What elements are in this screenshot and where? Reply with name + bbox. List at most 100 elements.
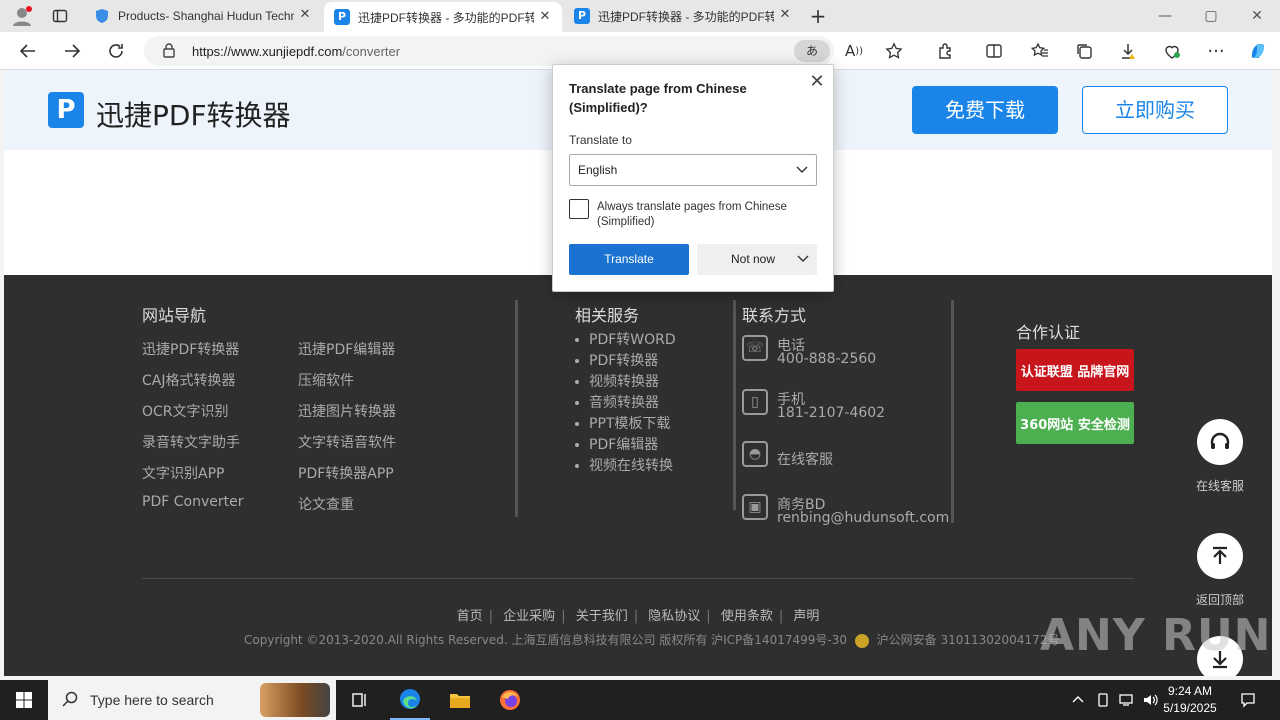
tab-xunjie-second[interactable]: P 迅捷PDF转换器 - 多功能的PDF转换工具 ✕	[564, 0, 802, 32]
chevron-down-icon[interactable]	[797, 244, 809, 286]
contact-value[interactable]: renbing@hudunsoft.com	[777, 510, 949, 526]
arrow-up-icon	[1213, 546, 1227, 564]
tray-device-icon[interactable]	[1092, 680, 1114, 720]
back-to-top-button[interactable]	[1197, 533, 1243, 579]
site-logo-icon[interactable]: P	[48, 92, 84, 128]
back-icon[interactable]	[14, 38, 42, 64]
footer-nav-link[interactable]: 迅捷图片转换器	[298, 401, 396, 421]
footer-nav-link[interactable]: 文字转语音软件	[298, 432, 396, 452]
footer-nav-link[interactable]: 压缩软件	[298, 370, 354, 390]
tab-close-icon[interactable]: ✕	[296, 6, 314, 24]
firefox-icon[interactable]	[490, 680, 530, 720]
footer-link-about[interactable]: 关于我们	[576, 609, 628, 624]
online-service-label: 在线客服	[1195, 479, 1244, 493]
footer-service-link[interactable]: 视频在线转换	[575, 456, 676, 477]
footer-service-link[interactable]: PPT模板下载	[575, 414, 676, 435]
contact-label[interactable]: 在线客服	[777, 449, 833, 469]
volume-icon[interactable]	[1140, 680, 1162, 720]
profile-avatar-icon[interactable]	[8, 3, 36, 29]
tab-close-icon[interactable]: ✕	[536, 8, 554, 26]
footer-link-privacy[interactable]: 隐私协议	[648, 609, 700, 624]
tab-title: 迅捷PDF转换器 - 多功能的PDF转换工具	[598, 9, 774, 24]
footer-service-link[interactable]: PDF编辑器	[575, 435, 676, 456]
refresh-icon[interactable]	[102, 38, 130, 64]
footer-divider	[515, 300, 518, 517]
more-menu-icon[interactable]: ···	[1202, 38, 1230, 64]
url-host: https://www.xunjiepdf.com	[192, 44, 343, 59]
footer-link-enterprise[interactable]: 企业采购	[503, 609, 555, 624]
footer-nav-link[interactable]: 迅捷PDF转换器	[142, 339, 239, 359]
url-path: /converter	[342, 44, 401, 59]
footer-nav-link[interactable]: PDF Converter	[142, 494, 243, 510]
footer-service-link[interactable]: 音频转换器	[575, 393, 676, 414]
browser-essentials-icon[interactable]	[1158, 38, 1186, 64]
footer-nav-link[interactable]: CAJ格式转换器	[142, 370, 235, 390]
not-now-button[interactable]: Not now	[697, 244, 817, 275]
edge-taskbar-icon[interactable]	[390, 680, 430, 720]
copilot-icon[interactable]	[1244, 38, 1272, 64]
favorite-star-icon[interactable]	[880, 38, 908, 64]
lock-icon[interactable]	[162, 42, 176, 62]
notifications-icon[interactable]	[1232, 680, 1264, 720]
online-service-float-button[interactable]	[1197, 419, 1243, 465]
footer-nav-link[interactable]: 迅捷PDF编辑器	[298, 339, 395, 359]
footer-nav-link[interactable]: OCR文字识别	[142, 401, 229, 421]
windows-start-icon[interactable]	[0, 680, 48, 720]
footer-link-statement[interactable]: 声明	[793, 609, 819, 624]
footer-service-link[interactable]: 视频转换器	[575, 372, 676, 393]
tab-hudun-products[interactable]: Products- Shanghai Hudun Technology ✕	[84, 0, 322, 32]
footer-nav-link[interactable]: 录音转文字助手	[142, 432, 240, 452]
footer-link-terms[interactable]: 使用条款	[721, 609, 773, 624]
windows-taskbar: Type here to search 9:24 AM 5/19/2025	[0, 680, 1280, 720]
clock-time: 9:24 AM	[1167, 684, 1213, 698]
footer-nav-title: 网站导航	[142, 306, 207, 325]
new-tab-button[interactable]: +	[804, 3, 832, 29]
footer-link-home[interactable]: 首页	[457, 609, 483, 624]
file-explorer-icon[interactable]	[440, 680, 480, 720]
network-icon[interactable]	[1116, 680, 1138, 720]
chevron-down-icon	[796, 155, 808, 196]
footer-nav-link[interactable]: PDF转换器APP	[298, 463, 394, 483]
cert-360-security-badge[interactable]: 360网站 安全检测	[1016, 402, 1134, 444]
police-record-text[interactable]: 沪公网安备 31011302004172号	[877, 633, 1060, 647]
buy-now-button[interactable]: 立即购买	[1082, 86, 1228, 134]
task-view-icon[interactable]	[340, 680, 380, 720]
address-bar[interactable]: https://www.xunjiepdf.com/converter あ	[144, 36, 834, 66]
translate-page-icon[interactable]: あ	[794, 40, 830, 62]
always-translate-label[interactable]: Always translate pages from Chinese (Sim…	[597, 200, 821, 230]
cert-brand-official-badge[interactable]: 认证联盟 品牌官网	[1016, 349, 1134, 391]
always-translate-checkbox[interactable]	[569, 199, 589, 219]
taskbar-clock[interactable]: 9:24 AM 5/19/2025	[1160, 683, 1220, 717]
xunjie-favicon-icon: P	[574, 8, 590, 24]
close-icon[interactable]: ✕	[807, 71, 827, 92]
favorites-icon[interactable]	[1026, 38, 1054, 64]
read-aloud-icon[interactable]: A))	[840, 38, 868, 64]
window-minimize-button[interactable]: —	[1142, 0, 1188, 32]
window-close-button[interactable]: ✕	[1234, 0, 1280, 32]
forward-icon[interactable]	[58, 38, 86, 64]
translate-popup-title: Translate page from Chinese (Simplified)…	[569, 81, 747, 115]
taskbar-search-box[interactable]: Type here to search	[48, 680, 336, 720]
target-language-select[interactable]: English	[569, 154, 817, 186]
footer-contact-title: 联系方式	[742, 306, 807, 325]
footer-services-list: PDF转WORD PDF转换器 视频转换器 音频转换器 PPT模板下载 PDF编…	[575, 330, 676, 477]
collections-icon[interactable]	[1070, 38, 1098, 64]
footer-nav-link[interactable]: 论文查重	[298, 494, 354, 514]
tab-close-icon[interactable]: ✕	[776, 6, 794, 24]
footer-service-link[interactable]: PDF转换器	[575, 351, 676, 372]
split-screen-icon[interactable]	[980, 38, 1008, 64]
translate-button[interactable]: Translate	[569, 244, 689, 275]
footer-nav-link[interactable]: 文字识别APP	[142, 463, 224, 483]
window-maximize-button[interactable]: ▢	[1188, 0, 1234, 32]
copyright-text: Copyright ©2013-2020.All Rights Reserved…	[244, 633, 847, 647]
downloads-icon[interactable]	[1114, 38, 1142, 64]
url-text[interactable]: https://www.xunjiepdf.com/converter	[192, 44, 400, 59]
tray-chevron-up-icon[interactable]	[1068, 680, 1088, 720]
footer-service-link[interactable]: PDF转WORD	[575, 330, 676, 351]
tab-xunjie-active[interactable]: P 迅捷PDF转换器 - 多功能的PDF转换工具 ✕	[324, 2, 562, 32]
tab-actions-icon[interactable]	[46, 3, 74, 29]
free-download-button[interactable]: 免费下载	[912, 86, 1058, 134]
site-logo-text[interactable]: 迅捷PDF转换器	[96, 94, 291, 134]
extensions-icon[interactable]	[932, 38, 960, 64]
briefcase-icon: ▣	[742, 494, 768, 520]
